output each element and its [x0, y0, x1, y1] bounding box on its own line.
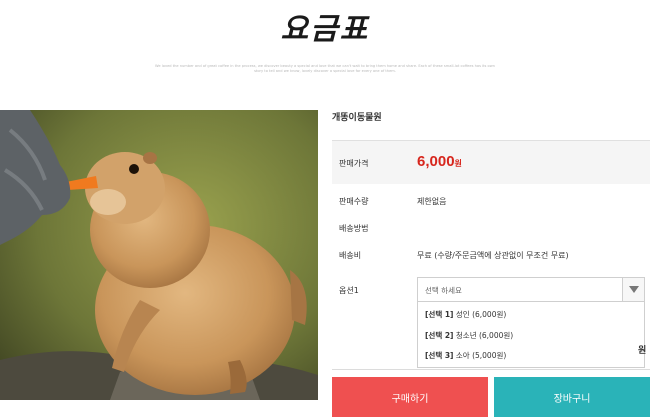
option-item-1[interactable]: [선택 1] 성인 (6,000원) — [425, 309, 506, 320]
option-item-text: 청소년 (6,000원) — [455, 331, 514, 340]
shipping-method-row: 배송방법 — [332, 215, 650, 241]
price-label: 판매가격 — [339, 159, 369, 168]
price-unit: 원 — [454, 159, 462, 168]
cart-button[interactable]: 장바구니 — [494, 377, 650, 417]
option-select-value: 선택 하세요 — [425, 286, 462, 295]
option-item-2[interactable]: [선택 2] 청소년 (6,000원) — [425, 330, 513, 341]
shipping-method-label: 배송방법 — [339, 224, 369, 233]
chevron-down-icon[interactable] — [622, 278, 644, 301]
shipping-fee-value: 무료 (수량/주문금액에 상관없이 무조건 무료) — [417, 251, 569, 260]
quantity-label: 판매수량 — [339, 197, 369, 206]
divider — [332, 369, 650, 370]
option-item-3[interactable]: [선택 3] 소아 (5,000원) — [425, 350, 506, 361]
price-value: 6,000 — [417, 153, 455, 170]
shipping-fee-row: 배송비 무료 (수량/주문금액에 상관없이 무조건 무료) — [332, 242, 650, 268]
shipping-fee-label: 배송비 — [339, 251, 362, 260]
total-unit-text: 원 — [638, 346, 647, 356]
product-photo — [0, 110, 318, 400]
option-label: 옵션1 — [339, 286, 359, 295]
option-item-tag: [선택 2] — [425, 331, 454, 340]
option-item-text: 성인 (6,000원) — [455, 310, 507, 319]
quantity-row: 판매수량 제한없음 — [332, 188, 650, 214]
price-value-wrap: 6,000원 — [417, 153, 462, 170]
price-row: 판매가격 6,000원 — [332, 140, 650, 184]
buy-button[interactable]: 구매하기 — [332, 377, 488, 417]
option-item-tag: [선택 3] — [425, 351, 454, 360]
quantity-value: 제한없음 — [417, 197, 447, 206]
page-subtext: We loved the number and of great coffee … — [155, 64, 495, 74]
page-title: 요금표 — [280, 12, 370, 47]
option-item-tag: [선택 1] — [425, 310, 454, 319]
option-dropdown-list: [선택 1] 성인 (6,000원) [선택 2] 청소년 (6,000원) [… — [417, 302, 645, 368]
option-select[interactable]: 선택 하세요 — [417, 277, 645, 302]
product-name: 개똥이동물원 — [332, 113, 382, 123]
option-item-text: 소아 (5,000원) — [455, 351, 507, 360]
